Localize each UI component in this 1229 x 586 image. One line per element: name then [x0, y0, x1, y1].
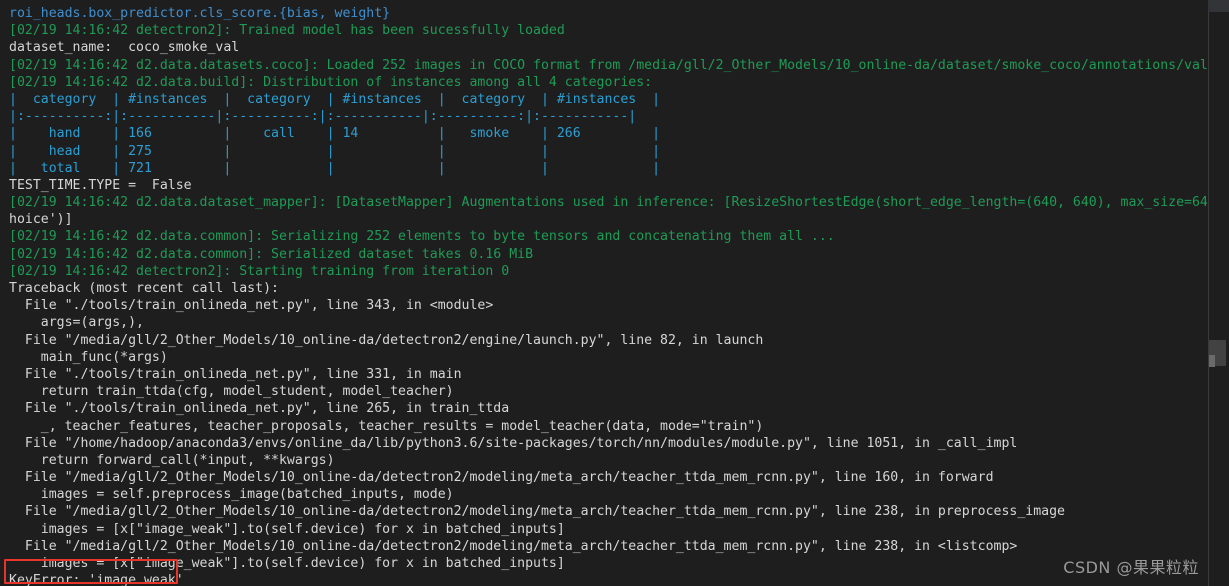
console-line: | total | 721 | | | | |	[9, 160, 661, 176]
console-line: hoice')]	[9, 212, 73, 228]
console-line: return forward_call(*input, **kwargs)	[9, 452, 335, 468]
console-line: images = [x["image_weak"].to(self.device…	[9, 521, 565, 537]
console-line: | head | 275 | | | | |	[9, 143, 661, 159]
console-line: File "./tools/train_onlineda_net.py", li…	[9, 298, 494, 314]
console-line: roi_heads.box_predictor.cls_score.{bias,…	[9, 6, 391, 21]
console-line: File "/media/gll/2_Other_Models/10_onlin…	[9, 470, 994, 486]
console-line: _, teacher_features, teacher_proposals, …	[9, 418, 764, 434]
console-line: | category | #instances | category | #in…	[9, 91, 661, 107]
scrollbar-gutter[interactable]	[1208, 0, 1229, 586]
console-line: images = self.preprocess_image(batched_i…	[9, 487, 454, 503]
console-line: KeyError: 'image_weak'	[9, 573, 184, 586]
console-line: main_func(*args)	[9, 349, 168, 365]
console-line: args=(args,),	[9, 315, 144, 331]
console-line: [02/19 14:16:42 detectron2]: Starting tr…	[9, 263, 510, 279]
console-line: return train_ttda(cfg, model_student, mo…	[9, 384, 454, 400]
console-line: File "/media/gll/2_Other_Models/10_onlin…	[9, 332, 764, 348]
console-line: [02/19 14:16:42 d2.data.common]: Seriali…	[9, 229, 835, 245]
console-line: |:----------:|:-----------|:----------:|…	[9, 109, 637, 125]
scrollbar-position-marker	[1209, 355, 1215, 367]
console-output[interactable]: roi_heads.box_predictor.cls_score.{bias,…	[0, 0, 1229, 586]
console-line: images = [x["image_weak"].to(self.device…	[9, 556, 565, 571]
console-line: [02/19 14:16:42 d2.data.common]: Seriali…	[9, 246, 534, 262]
console-line: | hand | 166 | call | 14 | smoke | 266 |	[9, 126, 661, 142]
console-line: File "./tools/train_onlineda_net.py", li…	[9, 401, 510, 417]
scrollbar-overview-top-marker	[1208, 0, 1229, 12]
console-line: dataset_name: coco_smoke_val	[9, 40, 240, 56]
console-line: File "./tools/train_onlineda_net.py", li…	[9, 366, 462, 382]
console-line: Traceback (most recent call last):	[9, 281, 279, 296]
console-line: [02/19 14:16:42 d2.data.dataset_mapper]:…	[9, 195, 1229, 211]
console-line: [02/19 14:16:42 d2.data.build]: Distribu…	[9, 74, 653, 90]
terminal-window: roi_heads.box_predictor.cls_score.{bias,…	[0, 0, 1229, 586]
console-line: [02/19 14:16:42 detectron2]: Trained mod…	[9, 23, 565, 39]
watermark-label: CSDN @果果粒粒	[1063, 558, 1199, 577]
console-line: [02/19 14:16:42 d2.data.datasets.coco]: …	[9, 57, 1229, 73]
console-line: File "/media/gll/2_Other_Models/10_onlin…	[9, 504, 1065, 520]
console-line: File "/home/hadoop/anaconda3/envs/online…	[9, 435, 1018, 451]
console-line: File "/media/gll/2_Other_Models/10_onlin…	[9, 538, 1018, 554]
console-line: TEST_TIME.TYPE = False	[9, 177, 192, 193]
